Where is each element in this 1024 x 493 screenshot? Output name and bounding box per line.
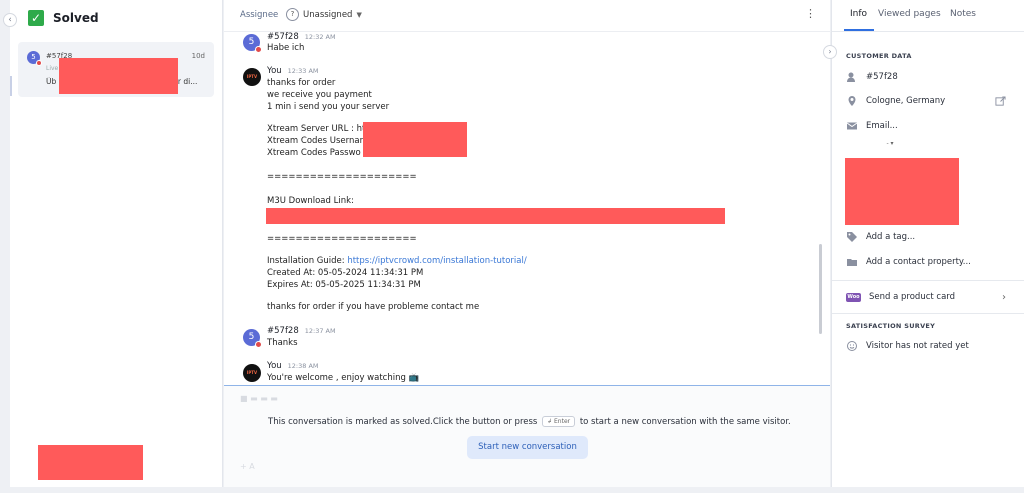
add-tag-row[interactable]: Add a tag... xyxy=(846,231,915,243)
conversation-status: Live xyxy=(46,65,59,72)
composer-attach-ghost: + A xyxy=(240,462,255,471)
message-text: 1 min i send you your server xyxy=(267,102,390,112)
chevron-right-icon[interactable]: › xyxy=(823,45,837,59)
message-text: ===================== xyxy=(267,234,417,244)
customer-data-title: CUSTOMER DATA xyxy=(846,52,912,60)
agent-avatar: IPTV xyxy=(243,364,261,382)
send-product-label: Send a product card xyxy=(869,292,956,302)
solved-header: ✓ Solved xyxy=(28,10,99,26)
message-text: M3U Download Link: xyxy=(267,196,354,206)
question-icon: ? xyxy=(286,8,299,21)
tab-viewed-pages[interactable]: Viewed pages xyxy=(878,9,941,19)
divider xyxy=(832,313,1024,314)
chevron-down-icon: ▼ xyxy=(356,10,362,19)
woocommerce-icon: Woo xyxy=(846,292,861,302)
collapse-sidebar-button[interactable]: ‹ xyxy=(3,13,17,27)
smiley-icon xyxy=(846,340,858,352)
add-property-row[interactable]: Add a contact property... xyxy=(846,256,971,268)
external-link-icon[interactable] xyxy=(995,96,1006,107)
message-text: You're welcome , enjoy watching 📺 xyxy=(267,373,420,383)
message-text: ===================== xyxy=(267,172,417,182)
start-new-conversation-button[interactable]: Start new conversation xyxy=(467,436,588,459)
panel-edge-marker xyxy=(10,76,12,96)
divider xyxy=(832,280,1024,281)
message-text: Thanks xyxy=(267,338,298,348)
conversation-time: 10d xyxy=(191,52,205,60)
envelope-icon xyxy=(846,120,858,132)
message-text: Xtream Server URL : ht xyxy=(267,124,366,134)
tab-notes[interactable]: Notes xyxy=(950,9,976,19)
chat-panel: Assignee ? Unassigned ▼ ⋮ 5 #57f28 12:32 … xyxy=(224,0,830,487)
visitor-avatar: 5 xyxy=(243,329,262,348)
message-sender: #57f28 12:32 AM xyxy=(267,32,336,42)
enter-key-hint: ↲ Enter xyxy=(542,416,576,427)
message-text: thanks for order xyxy=(267,78,336,88)
message-text: Habe ich xyxy=(267,43,305,53)
tab-info[interactable]: Info xyxy=(850,9,867,19)
solved-check-icon: ✓ xyxy=(28,10,44,26)
active-tab-indicator xyxy=(844,29,874,31)
customer-location: Cologne, Germany xyxy=(866,96,946,106)
location-pin-icon xyxy=(846,95,858,107)
survey-status: Visitor has not rated yet xyxy=(866,341,969,351)
chat-scrollbar[interactable] xyxy=(819,244,822,334)
assignee-value: Unassigned xyxy=(303,9,353,20)
redaction-block xyxy=(59,58,178,94)
message-text: Created At: 05-05-2024 11:34:31 PM xyxy=(267,268,424,278)
chat-header: Assignee ? Unassigned ▼ ⋮ xyxy=(224,0,830,32)
email-row[interactable]: Email... xyxy=(846,120,898,132)
info-panel: Info Viewed pages Notes CUSTOMER DATA #5… xyxy=(831,0,1024,487)
agent-avatar: IPTV xyxy=(243,68,261,86)
composer-toolbar-ghost: ■ ▬ ▬ ▬ xyxy=(240,394,278,403)
message-sender: You 12:33 AM xyxy=(267,66,319,76)
offline-status-dot xyxy=(36,60,42,66)
solved-title: Solved xyxy=(53,11,99,25)
redaction-block xyxy=(266,208,725,224)
solved-notice: This conversation is marked as solved.Cl… xyxy=(268,416,791,427)
survey-title: SATISFACTION SURVEY xyxy=(846,322,936,330)
redaction-block xyxy=(363,122,467,157)
assignee-dropdown[interactable]: ? Unassigned ▼ xyxy=(286,8,362,21)
installation-guide-link[interactable]: https://iptvcrowd.com/installation-tutor… xyxy=(347,256,526,266)
message-text: Expires At: 05-05-2025 11:34:31 PM xyxy=(267,280,421,290)
add-property-link[interactable]: Add a contact property... xyxy=(866,257,971,267)
info-tabs: Info Viewed pages Notes xyxy=(832,0,1024,32)
visitor-avatar: 5 xyxy=(27,51,42,66)
message-text: thanks for order if you have probleme co… xyxy=(267,302,480,312)
tag-icon xyxy=(846,231,858,243)
user-icon xyxy=(846,71,858,83)
composer-area: ■ ▬ ▬ ▬ + A This conversation is marked … xyxy=(224,385,830,487)
message-text: Installation Guide: https://iptvcrowd.co… xyxy=(267,256,527,266)
message-text: Xtream Codes Passwo xyxy=(267,148,361,158)
customer-id: #57f28 xyxy=(866,72,898,82)
email-stepper[interactable]: - ▾ xyxy=(872,140,908,147)
visitor-avatar: 5 xyxy=(243,34,262,53)
message-text: Xtream Codes Usernar xyxy=(267,136,364,146)
email-field[interactable]: Email... xyxy=(866,121,898,131)
customer-id-row: #57f28 xyxy=(846,71,898,83)
message-text: we receive you payment xyxy=(267,90,372,100)
chevron-right-icon[interactable]: › xyxy=(1002,292,1006,303)
survey-row: Visitor has not rated yet xyxy=(846,340,969,352)
assignee-label: Assignee xyxy=(240,10,279,20)
location-row: Cologne, Germany xyxy=(846,95,945,107)
redaction-block xyxy=(38,445,143,480)
more-options-icon[interactable]: ⋮ xyxy=(805,8,816,19)
send-product-row[interactable]: Woo Send a product card xyxy=(846,292,955,302)
redaction-block xyxy=(845,158,959,225)
add-tag-link[interactable]: Add a tag... xyxy=(866,232,915,242)
message-sender: You 12:38 AM xyxy=(267,361,319,371)
message-sender: #57f28 12:37 AM xyxy=(267,326,336,336)
folder-icon xyxy=(846,256,858,268)
